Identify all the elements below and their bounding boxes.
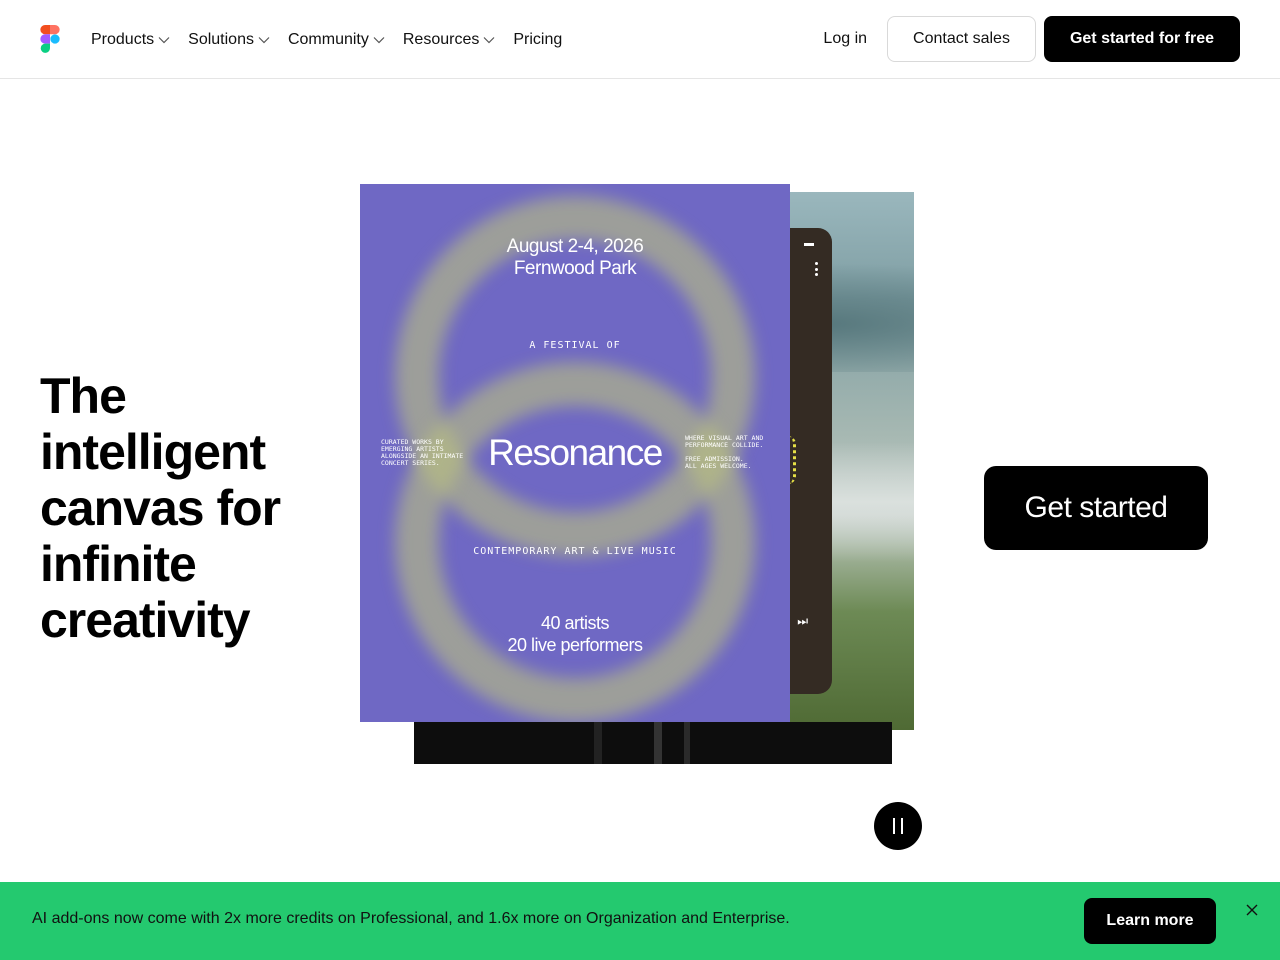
pause-button[interactable] bbox=[874, 802, 922, 850]
contact-sales-button[interactable]: Contact sales bbox=[887, 16, 1036, 62]
poster-date-line: August 2-4, 2026 bbox=[506, 236, 644, 257]
festival-poster: August 2-4, 2026 Fernwood Park A FESTIVA… bbox=[360, 184, 790, 722]
poster-artists-line: 40 artists bbox=[540, 613, 610, 633]
poster-venue-line: Fernwood Park bbox=[513, 258, 637, 279]
get-started-button[interactable]: Get started bbox=[984, 466, 1208, 550]
login-link[interactable]: Log in bbox=[823, 30, 867, 48]
nav-links: Products Solutions Community Resources P… bbox=[91, 0, 580, 79]
poster-performers-line: 20 live performers bbox=[507, 635, 643, 655]
headline-line: creativity bbox=[40, 592, 251, 648]
nav-pricing-label: Pricing bbox=[513, 30, 563, 48]
banner-text: AI add-ons now come with 2x more credits… bbox=[32, 910, 790, 927]
pause-icon bbox=[901, 818, 903, 834]
nav-resources[interactable]: Resources bbox=[403, 31, 495, 49]
poster-arc-bottom: CONTEMPORARY ART & LIVE MUSIC bbox=[473, 546, 677, 557]
get-started-free-button[interactable]: Get started for free bbox=[1043, 16, 1240, 62]
dark-photo-strip bbox=[414, 722, 892, 764]
nav-products-label: Products bbox=[91, 30, 155, 48]
pause-icon bbox=[893, 818, 895, 834]
headline-line: canvas for bbox=[40, 480, 281, 536]
nav-community[interactable]: Community bbox=[288, 31, 385, 49]
nav-actions: Log in Contact sales Get started for fre… bbox=[823, 16, 1240, 62]
nav-resources-label: Resources bbox=[402, 30, 480, 48]
poster-counts: 40 artists 20 live performers bbox=[360, 612, 790, 656]
headline-line: intelligent bbox=[40, 424, 266, 480]
skip-next-icon: ⏭ bbox=[797, 614, 808, 628]
headline-line: infinite bbox=[40, 536, 197, 592]
poster-side-right: WHERE VISUAL ART AND PERFORMANCE COLLIDE… bbox=[685, 434, 764, 470]
nav-solutions-label: Solutions bbox=[188, 30, 254, 48]
figma-logo-icon[interactable] bbox=[40, 25, 60, 53]
poster-date: August 2-4, 2026 Fernwood Park bbox=[360, 236, 790, 280]
promo-banner: AI add-ons now come with 2x more credits… bbox=[0, 882, 1280, 960]
figure-silhouette bbox=[594, 722, 714, 764]
nav-pricing[interactable]: Pricing bbox=[513, 31, 562, 49]
hero-headline: The intelligent canvas for infinite crea… bbox=[40, 368, 320, 648]
chevron-down-icon bbox=[483, 36, 495, 43]
close-icon[interactable] bbox=[1244, 902, 1260, 918]
nav-products[interactable]: Products bbox=[91, 31, 170, 49]
top-nav: Products Solutions Community Resources P… bbox=[0, 0, 1280, 79]
chevron-down-icon bbox=[258, 36, 270, 43]
chevron-down-icon bbox=[373, 36, 385, 43]
headline-line: The bbox=[40, 368, 127, 424]
poster-ring-bottom bbox=[395, 362, 755, 722]
poster-arc-top: A FESTIVAL OF bbox=[529, 340, 621, 351]
battery-icon: ▬ bbox=[804, 238, 814, 249]
more-options-icon bbox=[814, 262, 818, 276]
learn-more-button[interactable]: Learn more bbox=[1084, 898, 1216, 944]
nav-community-label: Community bbox=[287, 30, 369, 48]
nav-solutions[interactable]: Solutions bbox=[188, 31, 270, 49]
chevron-down-icon bbox=[158, 36, 170, 43]
